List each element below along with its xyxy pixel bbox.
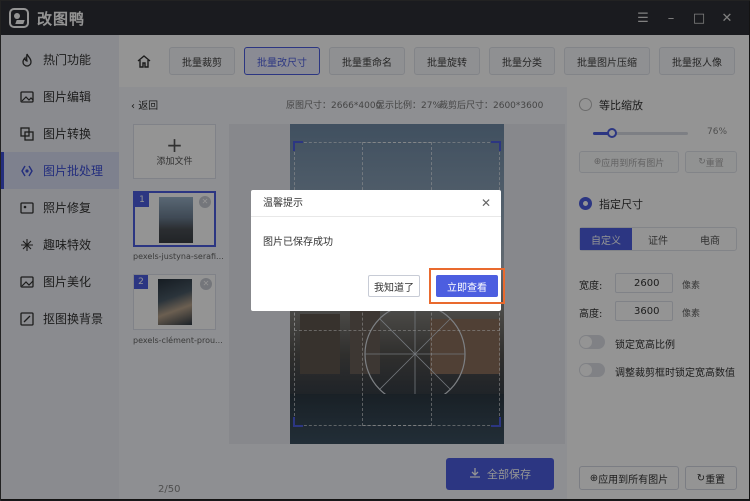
close-icon[interactable]: ✕ [481, 196, 491, 210]
view-now-button[interactable]: 立即查看 [436, 275, 498, 297]
save-success-dialog: 温馨提示 ✕ 图片已保存成功 我知道了 立即查看 [251, 190, 505, 311]
got-it-button[interactable]: 我知道了 [368, 275, 420, 297]
app-window: 改图鸭 ☰ – □ ✕ 热门功能 图片编辑 图片转换 图片批处理 照片修复 趣味… [0, 0, 750, 501]
dialog-message: 图片已保存成功 [263, 237, 333, 248]
dialog-title: 温馨提示 [251, 190, 501, 217]
highlight-frame: 立即查看 [429, 268, 505, 304]
